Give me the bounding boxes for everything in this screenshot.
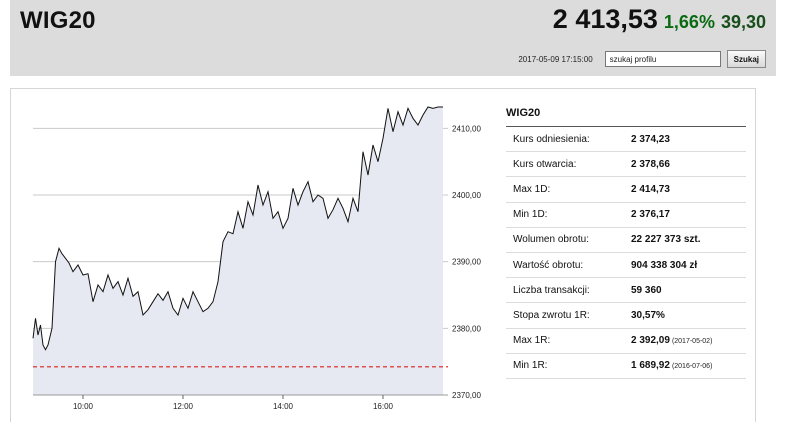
x-tick-label: 16:00: [373, 402, 394, 411]
x-tick-label: 10:00: [73, 402, 94, 411]
stat-label: Max 1D:: [513, 183, 551, 195]
quote-panel: 2370,00 2380,00 2390,00 2400,00 2410,00 10:00…: [10, 88, 756, 422]
stat-value-text: 22 227 373 szt.: [631, 234, 701, 246]
search-button[interactable]: Szukaj: [726, 50, 766, 68]
stat-row: Kurs otwarcia: 2 378,66: [506, 152, 746, 178]
stat-label: Max 1R:: [513, 335, 551, 347]
stats-title: WIG20: [506, 107, 746, 127]
last-price: 2 413,53: [552, 4, 658, 34]
price-area: [33, 107, 443, 395]
stat-value: 59 360: [631, 285, 662, 296]
stat-label: Kurs otwarcia:: [513, 158, 577, 170]
stat-date: (2016-07-06): [671, 363, 713, 371]
stat-row: Stopa zwrotu 1R: 30,57%: [506, 303, 746, 329]
stat-row: Kurs odniesienia: 2 374,23: [506, 127, 746, 153]
stat-row: Min 1D: 2 376,17: [506, 203, 746, 228]
stat-value: 2 414,73: [631, 184, 670, 195]
y-tick-label: 2390,00: [452, 258, 481, 267]
stat-value-text: 30,57%: [631, 309, 665, 321]
stat-value-text: 2 376,17: [631, 209, 670, 221]
stat-value-text: 904 338 304 zł: [631, 259, 698, 271]
stat-value: 2 378,66: [631, 159, 670, 170]
chart-svg: 2370,00 2380,00 2390,00 2400,00 2410,00 10:00…: [32, 106, 481, 411]
stat-label: Min 1R:: [513, 360, 548, 372]
profile-search-input[interactable]: [604, 51, 721, 67]
quote-header: WIG20 2 413,53 1,66% 39,30 2017-05-09 17:1…: [10, 0, 776, 76]
stat-row: Wolumen obrotu: 22 227 373 szt.: [506, 228, 746, 253]
stats-rows: Kurs odniesienia: 2 374,23 Kurs otwarcia:…: [506, 127, 746, 379]
stat-label: Wolumen obrotu:: [513, 234, 589, 246]
price-block: 2 413,53 1,66% 39,30: [553, 4, 766, 35]
stat-value: 22 227 373 szt.: [631, 234, 701, 245]
stat-value-text: 1 689,92: [631, 360, 670, 372]
stat-label: Liczba transakcji:: [513, 284, 590, 296]
x-tick-label: 14:00: [273, 402, 294, 411]
stat-value: 1 689,92 (2016-07-06): [631, 360, 712, 371]
change-absolute: 39,30: [720, 12, 766, 32]
stat-value-text: 2 374,23: [631, 133, 670, 145]
search-toolbar: 2017-05-09 17:15:00 Szukaj: [518, 50, 766, 68]
x-tick-label: 12:00: [173, 402, 194, 411]
stat-value: 2 374,23: [631, 134, 670, 145]
stat-label: Min 1D:: [513, 209, 548, 221]
y-tick-label: 2380,00: [452, 324, 481, 333]
y-tick-label: 2400,00: [452, 191, 481, 200]
stat-value-text: 2 414,73: [631, 183, 670, 195]
stat-row: Max 1D: 2 414,73: [506, 177, 746, 203]
stats-table: WIG20 Kurs odniesienia: 2 374,23 Kurs otw…: [506, 107, 746, 379]
y-tick-label: 2370,00: [452, 391, 481, 400]
stat-label: Stopa zwrotu 1R:: [513, 309, 590, 321]
stat-value-text: 2 378,66: [631, 158, 670, 170]
stat-value-text: 2 392,09: [631, 335, 670, 347]
stat-label: Kurs odniesienia:: [513, 133, 590, 145]
stat-value-text: 59 360: [631, 284, 662, 296]
stat-row: Liczba transakcji: 59 360: [506, 278, 746, 304]
stat-value: 30,57%: [631, 310, 665, 321]
stat-value: 904 338 304 zł: [631, 260, 697, 271]
intraday-chart[interactable]: 2370,00 2380,00 2390,00 2400,00 2410,00 10:00…: [11, 89, 491, 422]
quote-timestamp: 2017-05-09 17:15:00: [518, 54, 593, 64]
y-tick-label: 2410,00: [452, 124, 481, 133]
stat-value: 2 376,17: [631, 209, 670, 220]
stat-row: Max 1R: 2 392,09 (2017-05-02): [506, 329, 746, 354]
stat-date: (2017-05-02): [671, 338, 713, 346]
stat-value: 2 392,09 (2017-05-02): [631, 335, 712, 346]
change-percent: 1,66%: [663, 12, 715, 32]
ticker-symbol: WIG20: [20, 7, 96, 34]
stat-label: Wartość obrotu:: [513, 259, 584, 271]
stat-row: Wartość obrotu: 904 338 304 zł: [506, 253, 746, 279]
stat-row: Min 1R: 1 689,92 (2016-07-06): [506, 354, 746, 379]
